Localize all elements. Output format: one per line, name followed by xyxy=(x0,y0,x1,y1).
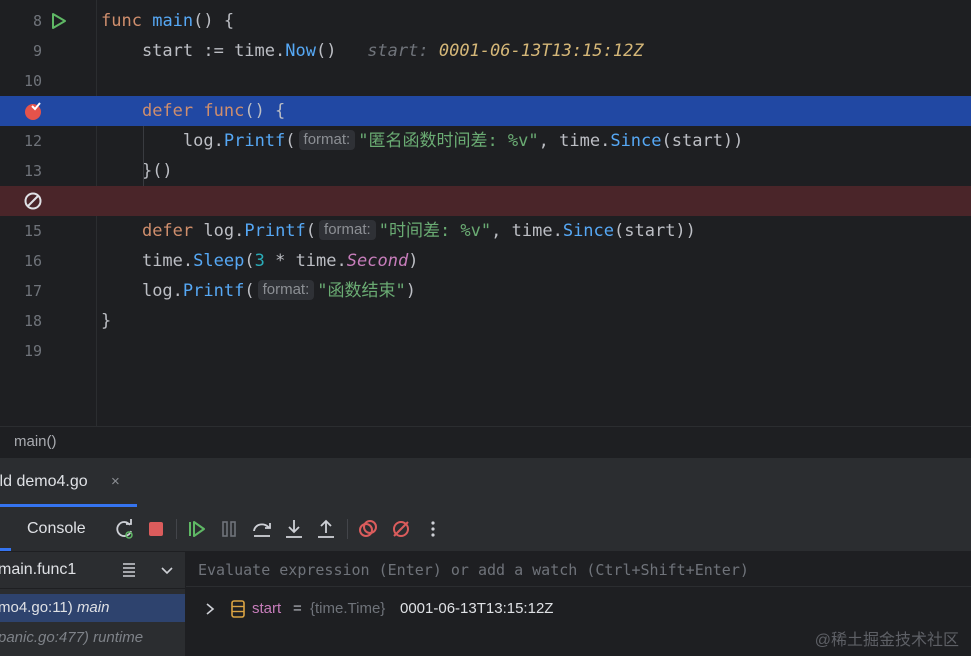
line-number: 8 xyxy=(32,12,42,30)
list-filter-icon[interactable] xyxy=(120,561,138,579)
code-line-9[interactable]: 9 start := time.Now() start: 0001-06-13T… xyxy=(0,36,971,66)
chevron-right-icon[interactable] xyxy=(204,602,216,616)
code-text: func main() { xyxy=(101,11,235,31)
disabled-breakpoint-icon[interactable] xyxy=(23,191,43,211)
debug-tab-bar: ild demo4.go × xyxy=(0,457,971,508)
code-line-17[interactable]: 17 log.Printf(format: "函数结束") xyxy=(0,276,971,306)
code-text: start := time.Now() start: 0001-06-13T13… xyxy=(101,41,644,61)
line-number: 19 xyxy=(23,342,42,360)
breadcrumb-item[interactable]: main() xyxy=(14,433,57,450)
variable-name: start xyxy=(252,600,282,617)
variable-row[interactable]: start = {time.Time} 0001-06-13T13:15:12Z xyxy=(186,595,971,623)
breadcrumb[interactable]: main() xyxy=(0,426,971,457)
code-text: } xyxy=(101,311,112,331)
toolbar-separator xyxy=(176,519,177,539)
parameter-hint: format: xyxy=(257,280,315,300)
line-number: 12 xyxy=(23,132,42,150)
step-into-icon[interactable] xyxy=(282,517,306,541)
code-line-13[interactable]: 13 }() xyxy=(0,156,971,186)
evaluate-expression-input[interactable] xyxy=(196,558,960,582)
variable-icon xyxy=(231,600,245,618)
frames-panel: main.func1 mo4.go:11) main panic.go:477)… xyxy=(0,552,186,656)
parameter-hint: format: xyxy=(298,130,356,150)
stop-icon[interactable] xyxy=(144,517,168,541)
line-number: 17 xyxy=(23,282,42,300)
variable-value: 0001-06-13T13:15:12Z xyxy=(400,600,554,617)
code-text: defer log.Printf(format: "时间差: %v", time.… xyxy=(141,220,696,241)
thread-name: main.func1 xyxy=(0,561,77,578)
code-text: }() xyxy=(141,161,173,181)
tab-debug-session[interactable]: ild demo4.go xyxy=(0,473,88,491)
toolbar-separator xyxy=(347,519,348,539)
code-line-19[interactable]: 19 xyxy=(0,336,971,366)
chevron-down-icon[interactable] xyxy=(160,563,174,577)
inline-debug-value: 0001-06-13T13:15:12Z xyxy=(438,41,644,61)
code-line-18[interactable]: 18 } xyxy=(0,306,971,336)
debug-toolbar: Console xyxy=(0,507,971,552)
step-over-icon[interactable] xyxy=(250,517,274,541)
parameter-hint: format: xyxy=(319,220,376,240)
code-line-15[interactable]: 15 defer log.Printf(format: "时间差: %v", ti… xyxy=(0,216,971,246)
indent-guide xyxy=(143,126,144,186)
tab-console[interactable]: Console xyxy=(27,520,86,538)
variable-type: {time.Time} xyxy=(310,600,386,617)
code-line-16[interactable]: 16 time.Sleep(3 * time.Second) xyxy=(0,246,971,276)
stack-frame[interactable]: mo4.go:11) main xyxy=(0,594,185,622)
rerun-icon[interactable] xyxy=(112,517,136,541)
run-icon[interactable] xyxy=(50,12,68,30)
pause-icon[interactable] xyxy=(217,517,241,541)
line-number: 10 xyxy=(23,72,42,90)
console-tab-indicator xyxy=(0,548,11,551)
view-breakpoints-icon[interactable] xyxy=(356,517,380,541)
code-editor[interactable]: 8 func main() { 9 start := time.Now() st… xyxy=(0,0,971,426)
evaluate-bar xyxy=(186,552,971,587)
variable-equals: = xyxy=(293,600,302,617)
code-text: log.Printf(format: "匿名函数时间差: %v", time.Si… xyxy=(182,130,744,151)
code-line-10[interactable]: 10 xyxy=(0,66,971,96)
close-icon[interactable]: × xyxy=(111,473,120,490)
breakpoint-hit-icon[interactable] xyxy=(23,100,45,122)
watermark: @稀土掘金技术社区 xyxy=(814,632,959,649)
mute-breakpoints-icon[interactable] xyxy=(389,517,413,541)
resume-icon[interactable] xyxy=(185,517,209,541)
code-line-8[interactable]: 8 func main() { xyxy=(0,6,971,36)
line-number: 9 xyxy=(32,42,42,60)
code-text: defer func() { xyxy=(101,96,286,126)
code-line-14-disabled-breakpoint[interactable] xyxy=(0,186,971,216)
line-number: 15 xyxy=(23,222,42,240)
thread-selector[interactable]: main.func1 xyxy=(0,552,185,589)
line-number: 13 xyxy=(23,162,42,180)
debug-content: main.func1 mo4.go:11) main panic.go:477)… xyxy=(0,552,971,656)
code-text: log.Printf(format: "函数结束") xyxy=(141,280,417,301)
stack-frame[interactable]: panic.go:477) runtime xyxy=(0,624,185,652)
step-out-icon[interactable] xyxy=(314,517,338,541)
line-number: 16 xyxy=(23,252,42,270)
code-text: time.Sleep(3 * time.Second) xyxy=(141,251,419,271)
inline-debug-label: start: xyxy=(367,41,429,61)
more-options-icon[interactable] xyxy=(421,517,445,541)
code-line-11-execution-point[interactable]: defer func() { xyxy=(0,96,971,126)
line-number: 18 xyxy=(23,312,42,330)
code-line-12[interactable]: 12 log.Printf(format: "匿名函数时间差: %v", time… xyxy=(0,126,971,156)
